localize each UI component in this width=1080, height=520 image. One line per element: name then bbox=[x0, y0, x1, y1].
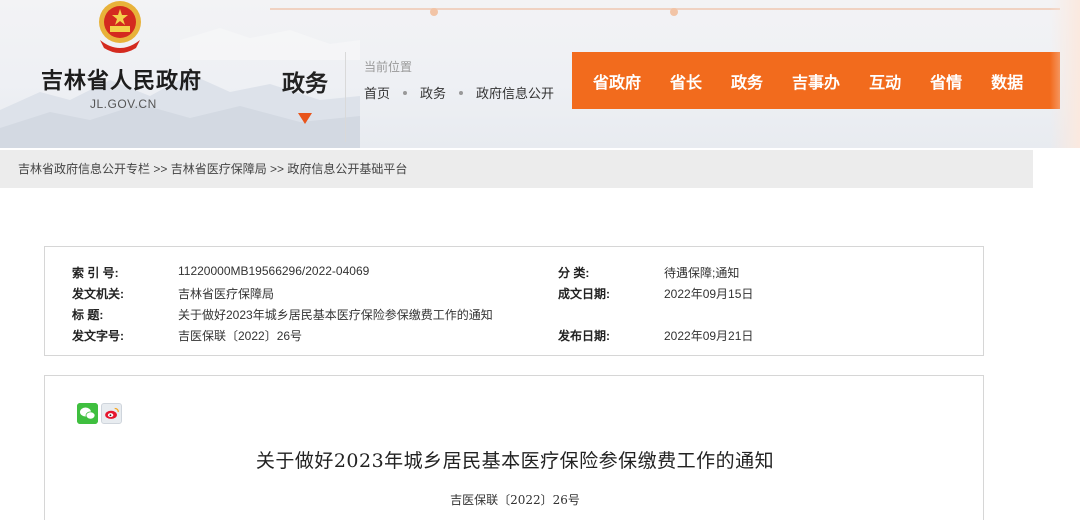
site-domain: JL.GOV.CN bbox=[90, 97, 157, 111]
nav-jishiban[interactable]: 吉事办 bbox=[792, 69, 840, 93]
doc-no-label: 发文字号: bbox=[72, 329, 124, 343]
path-separator: >> bbox=[150, 162, 171, 176]
decor-dot bbox=[670, 8, 678, 16]
section-down-arrow-icon bbox=[298, 113, 312, 124]
created-date-label: 成文日期: bbox=[558, 287, 610, 301]
weibo-icon[interactable] bbox=[101, 403, 122, 424]
path-item-medical-security-bureau[interactable]: 吉林省医疗保障局 bbox=[171, 162, 267, 176]
index-no-value: 11220000MB19566296/2022-04069 bbox=[178, 264, 370, 278]
decor-dot bbox=[430, 8, 438, 16]
path-item-disclosure-column[interactable]: 吉林省政府信息公开专栏 bbox=[18, 162, 150, 176]
breadcrumb: 首页 政务 政府信息公开 bbox=[364, 83, 554, 102]
created-date-value: 2022年09月15日 bbox=[664, 287, 754, 301]
section-title: 政务 bbox=[282, 70, 328, 96]
issuer-label: 发文机关: bbox=[72, 287, 124, 301]
article-content: 关于做好2023年城乡居民基本医疗保险参保缴费工作的通知 吉医保联〔2022〕2… bbox=[44, 375, 984, 520]
nav-governor[interactable]: 省长 bbox=[670, 69, 702, 93]
location-label: 当前位置 bbox=[364, 60, 413, 74]
path-separator: >> bbox=[266, 162, 288, 176]
vertical-divider bbox=[345, 52, 346, 142]
title-label: 标 题: bbox=[72, 308, 104, 322]
article-title: 关于做好2023年城乡居民基本医疗保险参保缴费工作的通知 bbox=[255, 450, 775, 472]
published-date-value: 2022年09月21日 bbox=[664, 329, 754, 343]
header-right-decor bbox=[1050, 0, 1080, 148]
nav-data[interactable]: 数据 bbox=[991, 69, 1023, 93]
national-emblem-icon[interactable] bbox=[92, 0, 148, 54]
category-label: 分 类: bbox=[558, 266, 590, 280]
category-value: 待遇保障;通知 bbox=[664, 266, 740, 280]
document-info-table: 索 引 号: 11220000MB19566296/2022-04069 分 类… bbox=[44, 246, 984, 356]
breadcrumb-separator bbox=[459, 90, 464, 95]
nav-provincial-government[interactable]: 省政府 bbox=[593, 69, 641, 93]
site-name[interactable]: 吉林省人民政府 bbox=[41, 63, 202, 95]
path-item-info-platform[interactable]: 政府信息公开基础平台 bbox=[287, 162, 407, 176]
breadcrumb-info-disclosure[interactable]: 政府信息公开 bbox=[476, 83, 554, 102]
top-decor-line bbox=[270, 8, 1060, 16]
nav-province-info[interactable]: 省情 bbox=[930, 69, 962, 93]
wechat-icon[interactable] bbox=[77, 403, 98, 424]
site-header: 吉林省人民政府 JL.GOV.CN 政务 当前位置 首页 政务 政府信息公开 省… bbox=[0, 0, 1080, 148]
issuer-value: 吉林省医疗保障局 bbox=[178, 287, 275, 301]
article-doc-number: 吉医保联〔2022〕26号 bbox=[450, 493, 580, 507]
main-nav: 省政府 省长 政务 吉事办 互动 省情 数据 bbox=[572, 52, 1060, 109]
nav-interaction[interactable]: 互动 bbox=[869, 69, 901, 93]
published-date-label: 发布日期: bbox=[558, 329, 610, 343]
nav-affairs[interactable]: 政务 bbox=[731, 69, 763, 93]
breadcrumb-affairs[interactable]: 政务 bbox=[420, 83, 446, 102]
index-no-label: 索 引 号: bbox=[72, 266, 119, 280]
path-breadcrumb: 吉林省政府信息公开专栏 >> 吉林省医疗保障局 >> 政府信息公开基础平台 bbox=[0, 150, 1033, 188]
doc-no-value: 吉医保联〔2022〕26号 bbox=[178, 329, 303, 343]
title-value: 关于做好2023年城乡居民基本医疗保险参保缴费工作的通知 bbox=[178, 308, 493, 322]
breadcrumb-home[interactable]: 首页 bbox=[364, 83, 390, 102]
breadcrumb-separator bbox=[403, 90, 408, 95]
